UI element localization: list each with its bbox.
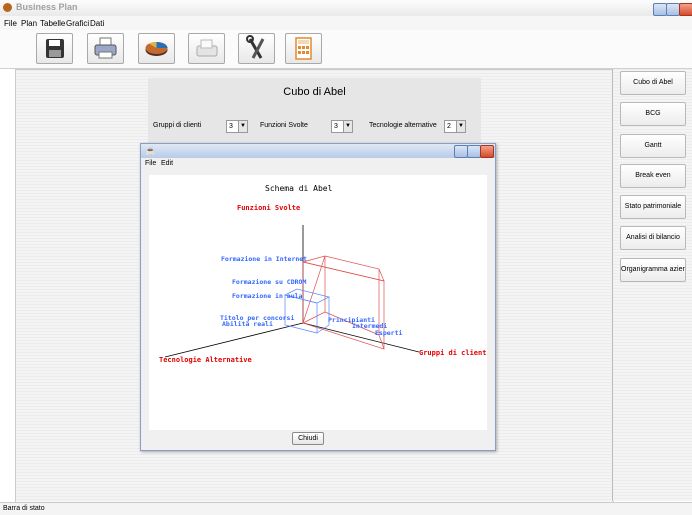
gruppi-combo[interactable]: 3 ▼ <box>226 120 248 133</box>
chevron-down-icon: ▼ <box>343 121 352 132</box>
sidebar-item-cubo-di-abel[interactable]: Cubo di Abel <box>620 71 686 95</box>
chevron-down-icon: ▼ <box>456 121 465 132</box>
sidebar-item-analisi-di-bilancio[interactable]: Analisi di bilancio <box>620 226 686 250</box>
panel-title: Cubo di Abel <box>283 86 346 98</box>
calculator-icon <box>295 37 312 60</box>
menu-file[interactable]: File <box>4 19 17 28</box>
dialog-menu-file[interactable]: File <box>145 160 156 167</box>
tools-button[interactable] <box>238 33 275 64</box>
combo-label-gruppi: Gruppi di clienti <box>153 122 202 129</box>
left-item-label: Abilità reali <box>222 320 273 328</box>
abel-chart: Schema di Abel Funzioni Svolte Gruppi di… <box>159 184 491 364</box>
tecnologie-combo[interactable]: 2 ▼ <box>444 120 466 133</box>
menu-dati[interactable]: Dati <box>90 19 104 28</box>
status-text: Barra di stato <box>3 505 45 512</box>
chevron-down-icon: ▼ <box>238 121 247 132</box>
right-item-label: Esperti <box>375 329 402 337</box>
app-icon <box>3 3 12 12</box>
printer-icon <box>94 37 117 59</box>
sidebar-item-stato-patrimoniale[interactable]: Stato patrimoniale <box>620 195 686 219</box>
dialog-menu-edit[interactable]: Edit <box>161 160 173 167</box>
chart-title: Schema di Abel <box>265 184 333 193</box>
combo-label-tecnologie: Tecnologie alternative <box>369 122 437 129</box>
window-title: Business Plan <box>16 2 78 12</box>
dialog-title-bar: ☕ <box>141 144 495 158</box>
axis-label-left: Tecnologie Alternative <box>159 356 252 364</box>
dialog-maximize-icon[interactable] <box>467 145 481 158</box>
vertical-item-label: Formazione su CDROM <box>232 278 306 286</box>
sidebar-item-bcg[interactable]: BCG <box>620 102 686 126</box>
menu-plan[interactable]: Plan <box>21 19 37 28</box>
pie-chart-icon <box>145 41 168 56</box>
chart-button[interactable] <box>138 33 175 64</box>
sidebar-item-organigramma-aziendale[interactable]: Organigramma aziendale <box>620 258 686 282</box>
fax-icon <box>196 39 218 57</box>
close-icon[interactable] <box>679 3 692 16</box>
chiudi-button[interactable]: Chiudi <box>292 432 324 445</box>
maximize-icon[interactable] <box>666 3 680 16</box>
sidebar-item-break-even[interactable]: Break even <box>620 164 686 188</box>
print-button[interactable] <box>87 33 124 64</box>
combo-label-funzioni: Funzioni Svolte <box>260 122 308 129</box>
funzioni-combo[interactable]: 3 ▼ <box>331 120 353 133</box>
toolbar <box>0 30 692 69</box>
dialog-minimize-icon[interactable] <box>454 145 468 158</box>
chart-canvas: Schema di Abel Funzioni Svolte Gruppi di… <box>149 175 491 430</box>
axis-label-right: Gruppi di clienti <box>419 349 487 357</box>
vertical-item-label: Formazione in aula <box>232 292 303 300</box>
fax-button[interactable] <box>188 33 225 64</box>
status-bar: Barra di stato <box>0 502 692 515</box>
sidebar-item-gantt[interactable]: Gantt <box>620 134 686 158</box>
funzioni-combo-value: 3 <box>334 123 338 130</box>
calculator-button[interactable] <box>285 33 322 64</box>
chart-dialog: ☕ File Edit Schema di Abel Funzioni Svol… <box>140 143 496 451</box>
tecnologie-combo-value: 2 <box>447 123 451 130</box>
menu-bar: File Plan Tabelle Grafici Dati <box>0 16 692 30</box>
vertical-item-label: Formazione in Internet <box>221 255 307 263</box>
left-axis <box>164 322 304 358</box>
tools-icon <box>246 35 265 59</box>
menu-tabelle[interactable]: Tabelle <box>40 19 65 28</box>
gruppi-combo-value: 3 <box>229 123 233 130</box>
title-bar: Business Plan <box>0 0 692 16</box>
java-icon: ☕ <box>145 146 157 156</box>
minimize-icon[interactable] <box>653 3 667 16</box>
axis-label-vertical: Funzioni Svolte <box>237 204 300 212</box>
dialog-close-icon[interactable] <box>480 145 494 158</box>
save-button[interactable] <box>36 33 73 64</box>
floppy-disk-icon <box>46 39 64 58</box>
cubo-panel: Cubo di Abel Gruppi di clienti 3 ▼ Funzi… <box>148 78 481 146</box>
menu-grafici[interactable]: Grafici <box>66 19 89 28</box>
